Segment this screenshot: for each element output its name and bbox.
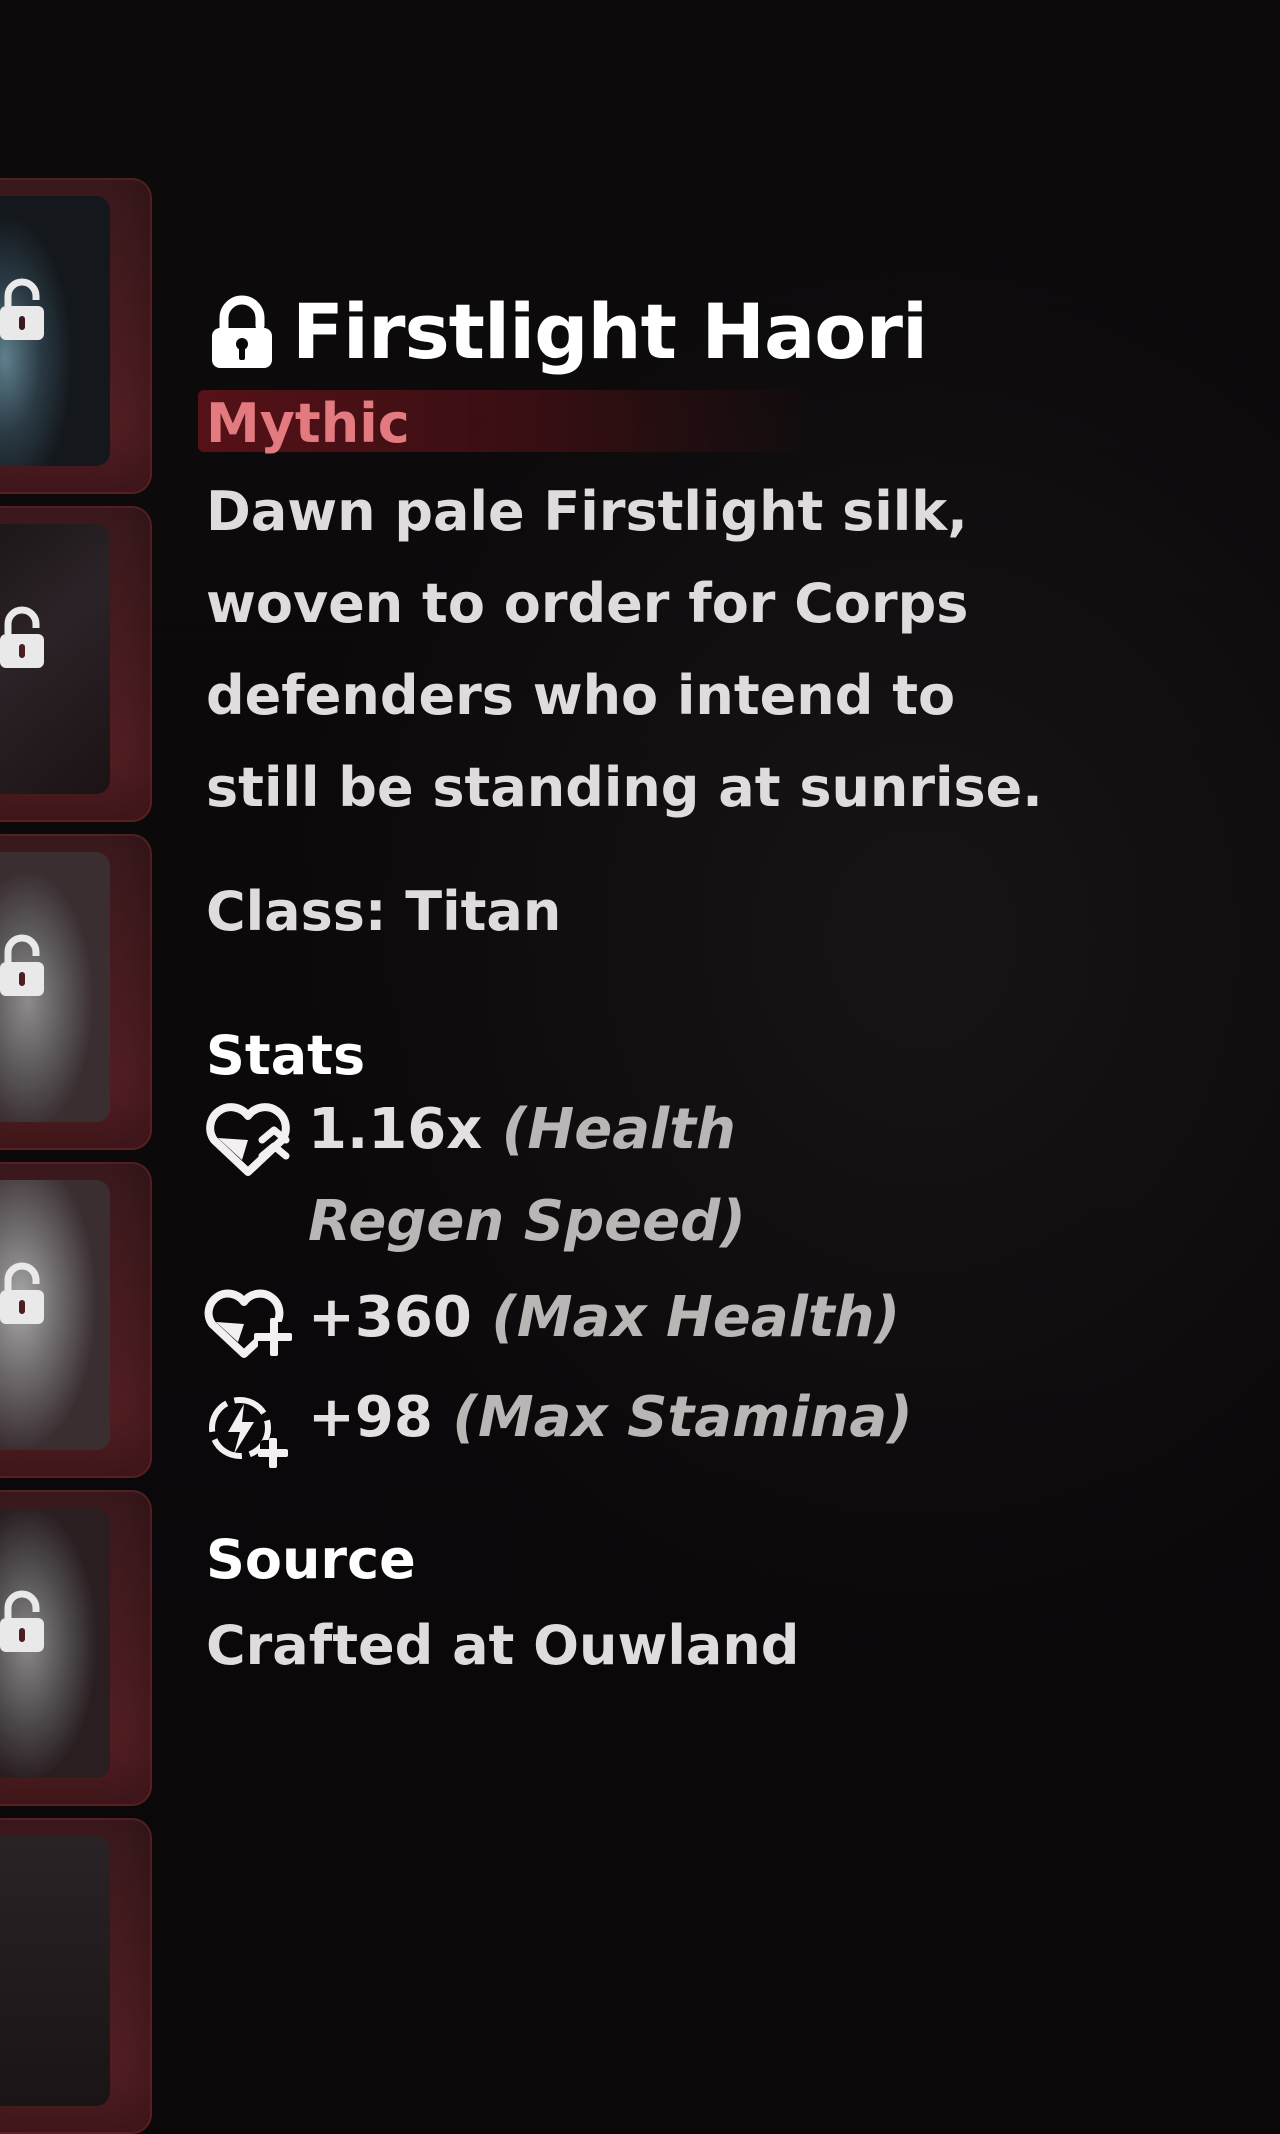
lock-icon bbox=[0, 1262, 44, 1324]
stat-value: 1.16x bbox=[308, 1097, 483, 1162]
inventory-slot[interactable] bbox=[0, 506, 152, 822]
heart-regen-icon bbox=[206, 1103, 290, 1176]
item-name: Firstlight Haori bbox=[292, 287, 928, 376]
stat-row: +98 (Max Stamina) bbox=[206, 1385, 1206, 1468]
item-title-row: Firstlight Haori bbox=[206, 282, 1206, 382]
item-class: Class: Titan bbox=[206, 880, 562, 943]
stat-row: +360 (Max Health) bbox=[204, 1285, 1206, 1368]
item-tooltip: Firstlight Haori Mythic Dawn pale Firstl… bbox=[198, 282, 1206, 1678]
heart-plus-icon bbox=[204, 1289, 292, 1358]
rarity-row: Mythic bbox=[198, 382, 1206, 462]
stat-text: +360 (Max Health) bbox=[308, 1272, 900, 1364]
stat-row: 1.16x (Health Regen Speed) bbox=[206, 1097, 1206, 1268]
lock-icon bbox=[0, 278, 44, 340]
lock-icon bbox=[212, 295, 272, 368]
stat-label: (Max Health) bbox=[491, 1285, 901, 1350]
inventory-slot[interactable] bbox=[0, 1818, 152, 2134]
stat-value: +360 bbox=[308, 1285, 472, 1350]
inventory-slot[interactable] bbox=[0, 1490, 152, 1806]
lock-icon bbox=[0, 934, 44, 996]
item-rarity: Mythic bbox=[206, 392, 410, 455]
stat-text: 1.16x (Health Regen Speed) bbox=[308, 1084, 948, 1268]
source-value: Crafted at Ouwland bbox=[206, 1614, 800, 1677]
inventory-slot[interactable] bbox=[0, 178, 152, 494]
inventory-slot[interactable] bbox=[0, 834, 152, 1150]
inventory-slot[interactable] bbox=[0, 1162, 152, 1478]
stat-label: (Max Stamina) bbox=[452, 1385, 913, 1450]
stamina-plus-icon bbox=[209, 1397, 288, 1468]
stat-text: +98 (Max Stamina) bbox=[308, 1372, 913, 1464]
inventory-slot-column bbox=[0, 178, 156, 2134]
source-heading: Source bbox=[206, 1528, 416, 1591]
stats-heading: Stats bbox=[206, 1024, 366, 1087]
item-thumbnail bbox=[0, 1836, 110, 2106]
lock-icon bbox=[0, 1590, 44, 1652]
stats-list: 1.16x (Health Regen Speed) +360 (Max Hea… bbox=[204, 1097, 1206, 1468]
item-description: Dawn pale Firstlight silk, woven to orde… bbox=[206, 480, 1043, 819]
lock-icon bbox=[0, 606, 44, 668]
stat-value: +98 bbox=[308, 1385, 433, 1450]
